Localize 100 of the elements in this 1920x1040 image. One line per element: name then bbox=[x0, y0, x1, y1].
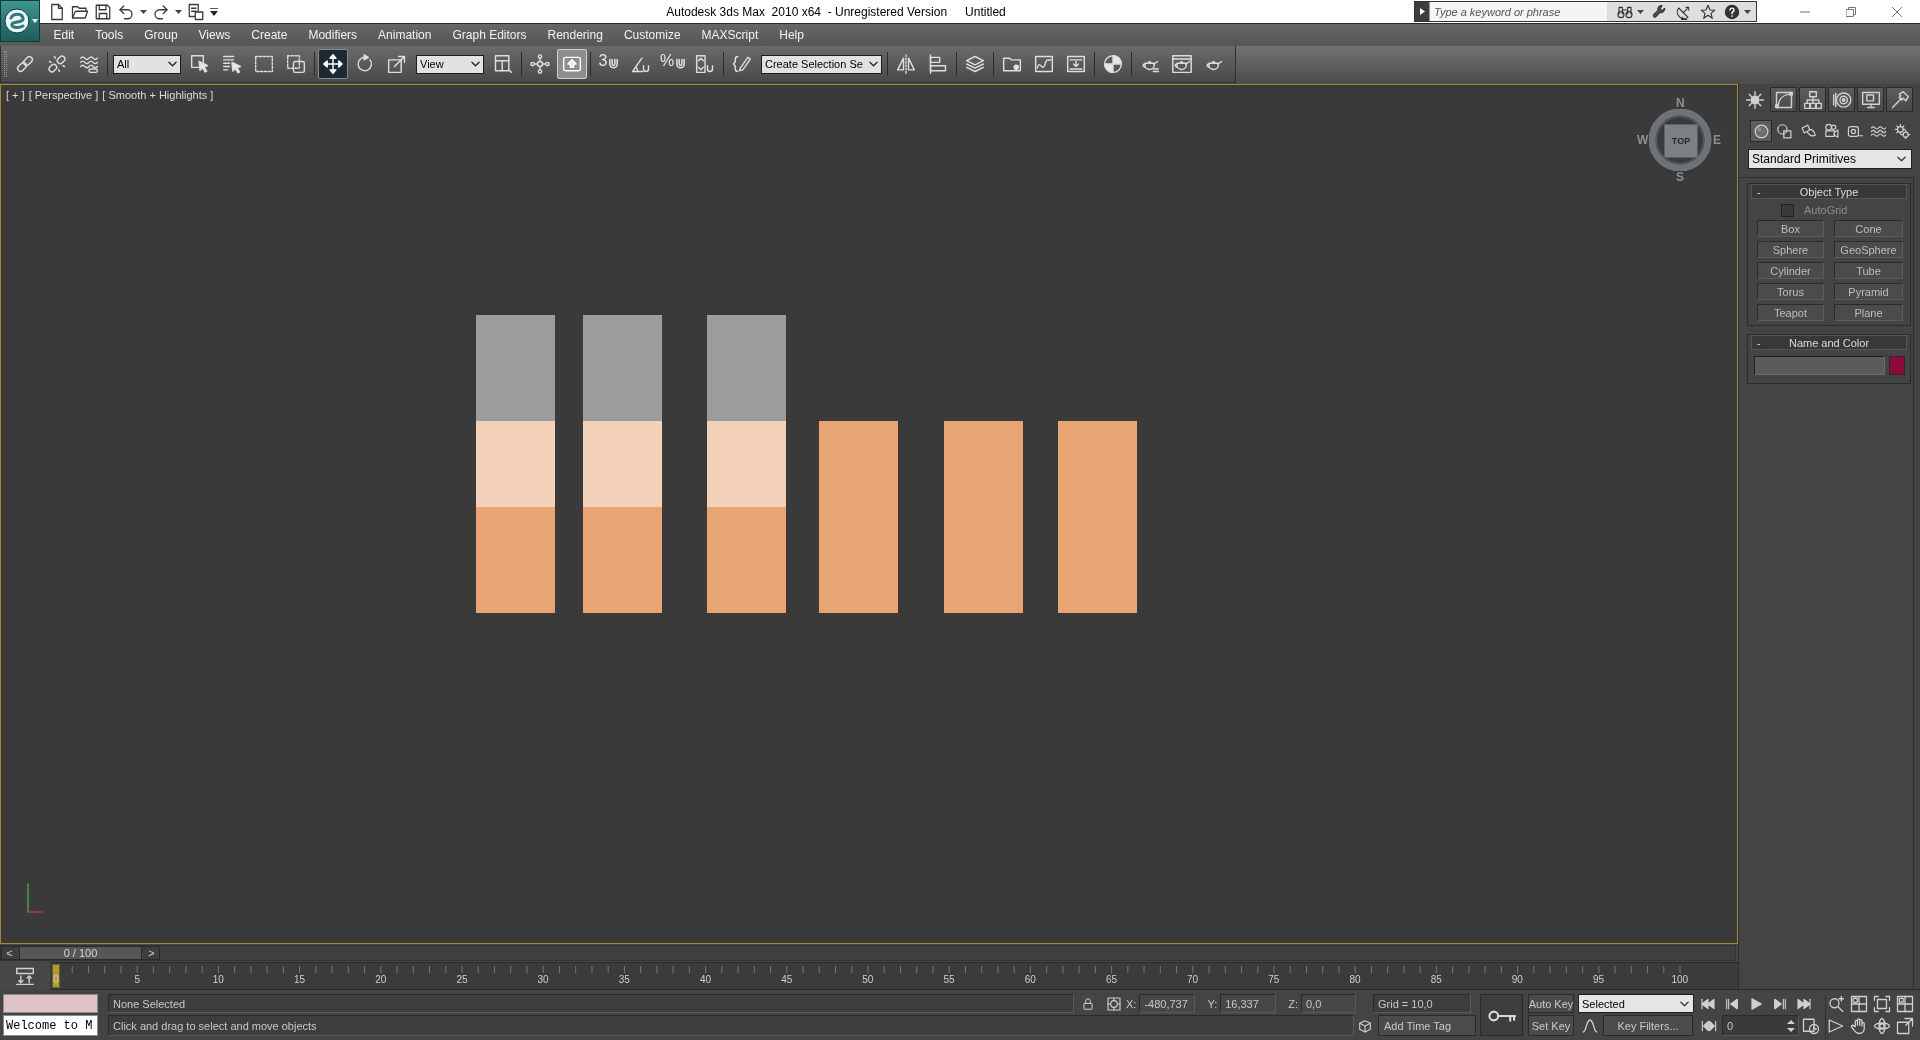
zoom-extents-all-icon[interactable] bbox=[1896, 994, 1914, 1013]
dropdown[interactable]: View bbox=[416, 54, 484, 74]
primitive-button[interactable]: GeoSphere bbox=[1834, 241, 1903, 258]
add-time-tag-button[interactable]: Add Time Tag bbox=[1378, 1015, 1476, 1036]
menu-item[interactable]: Help bbox=[768, 24, 815, 46]
set-key-button[interactable]: Set Key bbox=[1528, 1015, 1574, 1036]
cube-icon[interactable] bbox=[1357, 1017, 1373, 1034]
view-cube[interactable]: TOP bbox=[1664, 124, 1698, 158]
panel-tab[interactable] bbox=[1770, 87, 1797, 112]
viewport-label[interactable]: [ Perspective ] bbox=[28, 89, 99, 101]
panel-tab[interactable] bbox=[1799, 87, 1826, 112]
zoom-extents-icon[interactable] bbox=[1873, 994, 1891, 1013]
status-field: None Selected bbox=[108, 994, 1074, 1013]
padlock-icon[interactable] bbox=[1081, 996, 1095, 1011]
frame-field[interactable]: 0 bbox=[1722, 1015, 1799, 1036]
color-swatch[interactable] bbox=[1889, 356, 1905, 375]
menu-caret-icon[interactable] bbox=[210, 7, 218, 16]
menu-item[interactable]: Create bbox=[240, 24, 298, 46]
wrench-icon[interactable] bbox=[1652, 3, 1668, 20]
new-file-icon[interactable] bbox=[48, 2, 66, 21]
menu-item[interactable]: Modifiers bbox=[297, 24, 368, 46]
caret-icon bbox=[175, 9, 182, 14]
next-frame-button[interactable]: > bbox=[144, 947, 159, 959]
crosshair-box-icon[interactable] bbox=[1106, 995, 1122, 1012]
menu-item[interactable]: Rendering bbox=[537, 24, 614, 46]
primitive-button[interactable]: Torus bbox=[1757, 283, 1824, 300]
key-filters-button[interactable]: Key Filters... bbox=[1603, 1015, 1693, 1036]
orbit-icon[interactable] bbox=[1873, 1016, 1891, 1035]
time-slider-track[interactable]: < 0 / 100 > bbox=[0, 945, 1736, 961]
dropdown[interactable]: All bbox=[113, 54, 181, 74]
time-config-icon[interactable] bbox=[1802, 1016, 1820, 1035]
star-icon[interactable] bbox=[1700, 3, 1716, 20]
scale-box-icon bbox=[387, 54, 407, 74]
toolbar-button[interactable]: 3 bbox=[594, 49, 624, 79]
menu-item[interactable]: MAXScript bbox=[691, 24, 769, 46]
primitive-button[interactable]: Cone bbox=[1834, 220, 1903, 237]
frame-number: 95 bbox=[1593, 974, 1605, 986]
primitive-button[interactable]: Sphere bbox=[1757, 241, 1824, 258]
menu-item[interactable]: Customize bbox=[613, 24, 692, 46]
help-icon[interactable] bbox=[1724, 3, 1740, 20]
collapse-toggle[interactable]: - bbox=[1752, 336, 1780, 349]
toolbar-button[interactable]: % bbox=[658, 49, 688, 79]
concentric-rings-icon bbox=[1831, 89, 1852, 110]
frame-number: 65 bbox=[1105, 974, 1117, 986]
menu-item[interactable]: Views bbox=[188, 24, 241, 46]
hand-icon[interactable] bbox=[1850, 1016, 1868, 1035]
primitive-button[interactable]: Pyramid bbox=[1834, 283, 1903, 300]
mirror-triangles-icon bbox=[895, 54, 916, 74]
toolbar-button[interactable] bbox=[318, 49, 348, 79]
zoom-all-icon[interactable] bbox=[1850, 994, 1868, 1013]
window-title: Autodesk 3ds Max 2010 x64 - Unregistered Version bbox=[666, 4, 948, 19]
primitive-button[interactable]: Box bbox=[1757, 220, 1824, 237]
viewport-label[interactable]: [ + ] bbox=[6, 89, 25, 101]
frame-marker[interactable] bbox=[52, 964, 60, 988]
object-category-dropdown[interactable]: Standard Primitives bbox=[1748, 149, 1912, 169]
viewport-label[interactable]: [ Smooth + Highlights ] bbox=[102, 89, 214, 101]
panel-tab[interactable] bbox=[1857, 87, 1884, 112]
primitive-button[interactable]: Tube bbox=[1834, 262, 1903, 279]
primitive-button[interactable]: Plane bbox=[1834, 304, 1903, 321]
previous-frame-button[interactable]: < bbox=[2, 947, 17, 959]
rollout-title[interactable]: Name and Color bbox=[1780, 336, 1906, 349]
menu-item[interactable]: Tools bbox=[84, 24, 134, 46]
zoom-icon[interactable] bbox=[1827, 994, 1845, 1013]
time-slider-thumb[interactable]: < 0 / 100 > bbox=[1, 946, 160, 960]
redo-arrow-icon[interactable] bbox=[152, 2, 170, 21]
primitive-button[interactable]: Cylinder bbox=[1757, 262, 1824, 279]
panel-tab[interactable] bbox=[1828, 87, 1855, 112]
rollout-title[interactable]: Object Type bbox=[1780, 185, 1906, 198]
panel-tab[interactable] bbox=[1886, 87, 1913, 112]
set-keys-button[interactable] bbox=[1480, 994, 1523, 1036]
name-field[interactable] bbox=[1754, 356, 1885, 375]
menu-item[interactable]: Edit bbox=[43, 24, 85, 46]
listener-output-field[interactable] bbox=[3, 994, 98, 1013]
sunburst-icon bbox=[1744, 89, 1765, 110]
frame-number: 100 bbox=[1671, 974, 1689, 986]
caret-icon bbox=[471, 61, 480, 67]
application-button[interactable] bbox=[0, 0, 40, 42]
category-button[interactable] bbox=[1750, 120, 1772, 142]
field-of-view-icon[interactable] bbox=[1827, 1016, 1845, 1035]
coordinate-label: X: bbox=[1126, 997, 1137, 1010]
coordinate-field[interactable]: -480,737 bbox=[1139, 994, 1196, 1013]
maximize-viewport-icon[interactable] bbox=[1896, 1016, 1914, 1035]
menu-item[interactable]: Graph Editors bbox=[441, 24, 537, 46]
checkbox[interactable] bbox=[1781, 203, 1794, 217]
window-arrows-icon[interactable] bbox=[15, 966, 35, 986]
menu-item[interactable]: Animation bbox=[367, 24, 442, 46]
undo-arrow-icon[interactable] bbox=[117, 2, 135, 21]
auto-key-button[interactable]: Auto Key bbox=[1528, 994, 1574, 1013]
coordinate-field[interactable]: 16,337 bbox=[1220, 994, 1277, 1013]
curve-graph-icon bbox=[1033, 54, 1054, 74]
collapse-toggle[interactable]: - bbox=[1752, 185, 1780, 198]
coordinate-field[interactable]: 0,0 bbox=[1301, 994, 1356, 1013]
key-set-dropdown[interactable]: Selected bbox=[1578, 994, 1694, 1013]
caret-icon bbox=[1897, 156, 1906, 162]
document-stack-icon[interactable] bbox=[187, 2, 205, 21]
search-field[interactable]: Type a keyword or phrase bbox=[1429, 2, 1607, 21]
primitive-button[interactable]: Teapot bbox=[1757, 304, 1824, 321]
menu-item[interactable]: Group bbox=[133, 24, 189, 46]
listener-input-field[interactable]: Welcome to M bbox=[3, 1015, 98, 1036]
dropdown[interactable]: Create Selection Se bbox=[761, 54, 882, 74]
